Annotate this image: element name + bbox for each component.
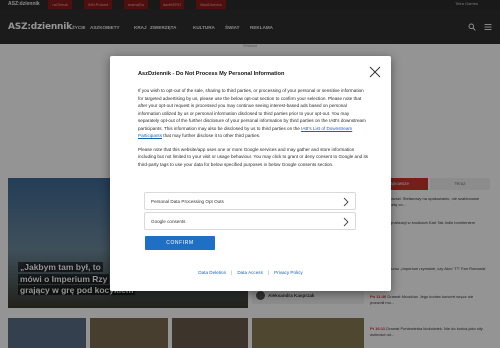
data-access-link[interactable]: Data Access — [237, 270, 263, 275]
confirm-button[interactable]: CONFIRM — [145, 236, 215, 250]
dialog-body[interactable]: If you wish to opt-out of the sale, shar… — [138, 87, 370, 185]
close-button[interactable] — [368, 65, 382, 79]
option-personal-data-opt-outs[interactable]: Personal Data Processing Opt Outs — [144, 192, 356, 210]
paragraph-text: that may further disclose it to other th… — [162, 133, 261, 138]
link-separator: | — [231, 270, 233, 275]
option-google-consents[interactable]: Google consents — [144, 212, 356, 230]
chevron-right-icon — [343, 197, 349, 207]
data-deletion-link[interactable]: Data Deletion — [198, 270, 226, 275]
consent-dialog: AszDziennik - Do Not Process My Personal… — [110, 56, 391, 291]
dialog-paragraph: If you wish to opt-out of the sale, shar… — [138, 87, 370, 140]
option-label: Personal Data Processing Opt Outs — [151, 199, 224, 204]
option-label: Google consents — [151, 219, 186, 224]
chevron-right-icon — [343, 217, 349, 227]
link-separator: | — [267, 270, 270, 275]
close-icon — [369, 66, 381, 78]
privacy-policy-link[interactable]: Privacy Policy — [274, 270, 303, 275]
dialog-footer-links: Data Deletion | Data Access | Privacy Policy — [110, 270, 391, 278]
dialog-paragraph: Please note that this website/app uses o… — [138, 146, 369, 167]
paragraph-text: If you wish to opt-out of the sale, shar… — [138, 88, 366, 131]
dialog-title: AszDziennik - Do Not Process My Personal… — [138, 71, 285, 77]
scroll-fade — [138, 176, 370, 185]
